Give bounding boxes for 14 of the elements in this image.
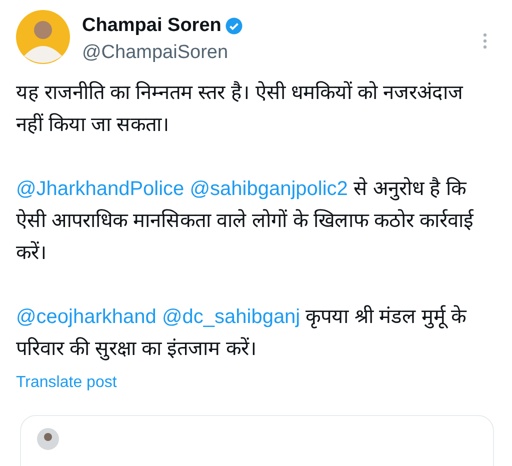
translate-link[interactable]: Translate post <box>16 370 496 394</box>
author-name: Champai Soren <box>82 14 222 38</box>
quoted-post-card[interactable] <box>20 414 494 466</box>
post-paragraph: @ceojharkhand @dc_sahibganj कृपया श्री मंडल मुर्मू के परिवार की सुरक्षा का इंतजाम करें। <box>16 304 468 362</box>
author-handle: @ChampaiSoren <box>82 40 230 64</box>
mention-link[interactable]: @dc_sahibganj <box>162 306 300 328</box>
post-paragraph: @JharkhandPolice @sahibganjpolic2 से अनुरोध है कि ऐसी आपराधिक मानसिकता वाले लोगों के खिलाफ कठोर कार्रवाई करें। <box>16 176 475 266</box>
mention-link[interactable]: @JharkhandPolice <box>16 178 184 200</box>
avatar-icon <box>37 428 59 450</box>
post-paragraph: यह राजनीति का निम्नतम स्तर है। ऐसी धमकियों को नजरअंदाज नहीं किया जा सकता। <box>16 80 464 138</box>
mention-link[interactable]: @ceojharkhand <box>16 306 156 328</box>
avatar-icon[interactable] <box>16 10 70 64</box>
mention-link[interactable]: @sahibganjpolic2 <box>190 178 348 200</box>
more-options-icon[interactable] <box>482 32 488 50</box>
